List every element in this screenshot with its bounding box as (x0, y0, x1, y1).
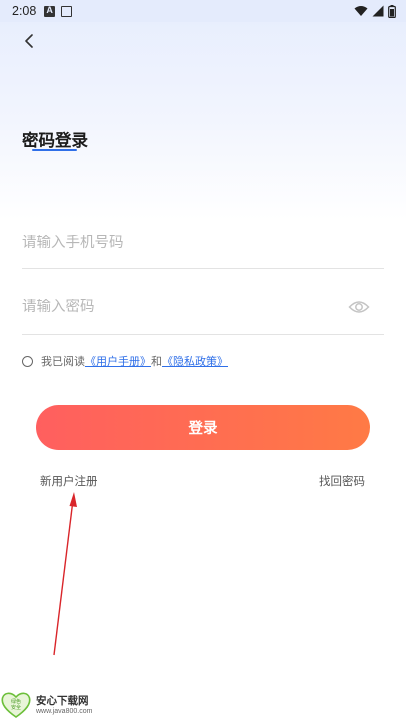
password-input[interactable] (22, 299, 332, 315)
watermark-text: 安心下载网 www.java800.com (36, 693, 92, 715)
agreement-conjunction: 和 (151, 355, 162, 368)
logo-text-bottom: 安全 (11, 704, 21, 711)
notification-card-icon (61, 5, 73, 17)
eye-icon[interactable] (348, 298, 370, 316)
title-underline (32, 149, 77, 151)
agreement-checkbox[interactable] (22, 355, 33, 367)
watermark-url: www.java800.com (36, 708, 93, 715)
register-link[interactable]: 新用户注册 (40, 473, 98, 489)
forgot-password-link[interactable]: 找回密码 (319, 473, 365, 489)
chevron-left-icon (25, 34, 33, 48)
phone-field[interactable] (22, 232, 384, 269)
status-time: 2:08 (12, 4, 37, 18)
page-title: 密码登录 (22, 131, 88, 150)
privacy-policy-link[interactable]: 《隐私政策》 (162, 353, 228, 369)
login-button[interactable]: 登录 (36, 405, 370, 450)
password-field[interactable] (22, 296, 384, 335)
wifi-icon (354, 6, 368, 16)
agreement-prefix: 我已阅读 (41, 355, 85, 368)
login-screen: 2:08 密码登录 (0, 0, 406, 723)
logo-text-top: 绿色 (11, 698, 21, 705)
status-bar: 2:08 (0, 0, 406, 22)
watermark-name: 安心下载网 (36, 695, 89, 707)
battery-icon (388, 4, 396, 18)
signal-icon (372, 5, 384, 17)
agreement-row: 我已阅读 《用户手册》 和 《隐私政策》 (22, 353, 228, 369)
user-manual-link[interactable]: 《用户手册》 (85, 353, 151, 369)
status-indicators (354, 4, 396, 18)
heart-logo-icon: 绿色 安全 (1, 692, 31, 718)
phone-input[interactable] (22, 235, 332, 251)
watermark: 绿色 安全 安心下载网 www.java800.com (0, 688, 92, 720)
back-button[interactable] (16, 28, 42, 54)
notification-a-icon (44, 5, 56, 17)
